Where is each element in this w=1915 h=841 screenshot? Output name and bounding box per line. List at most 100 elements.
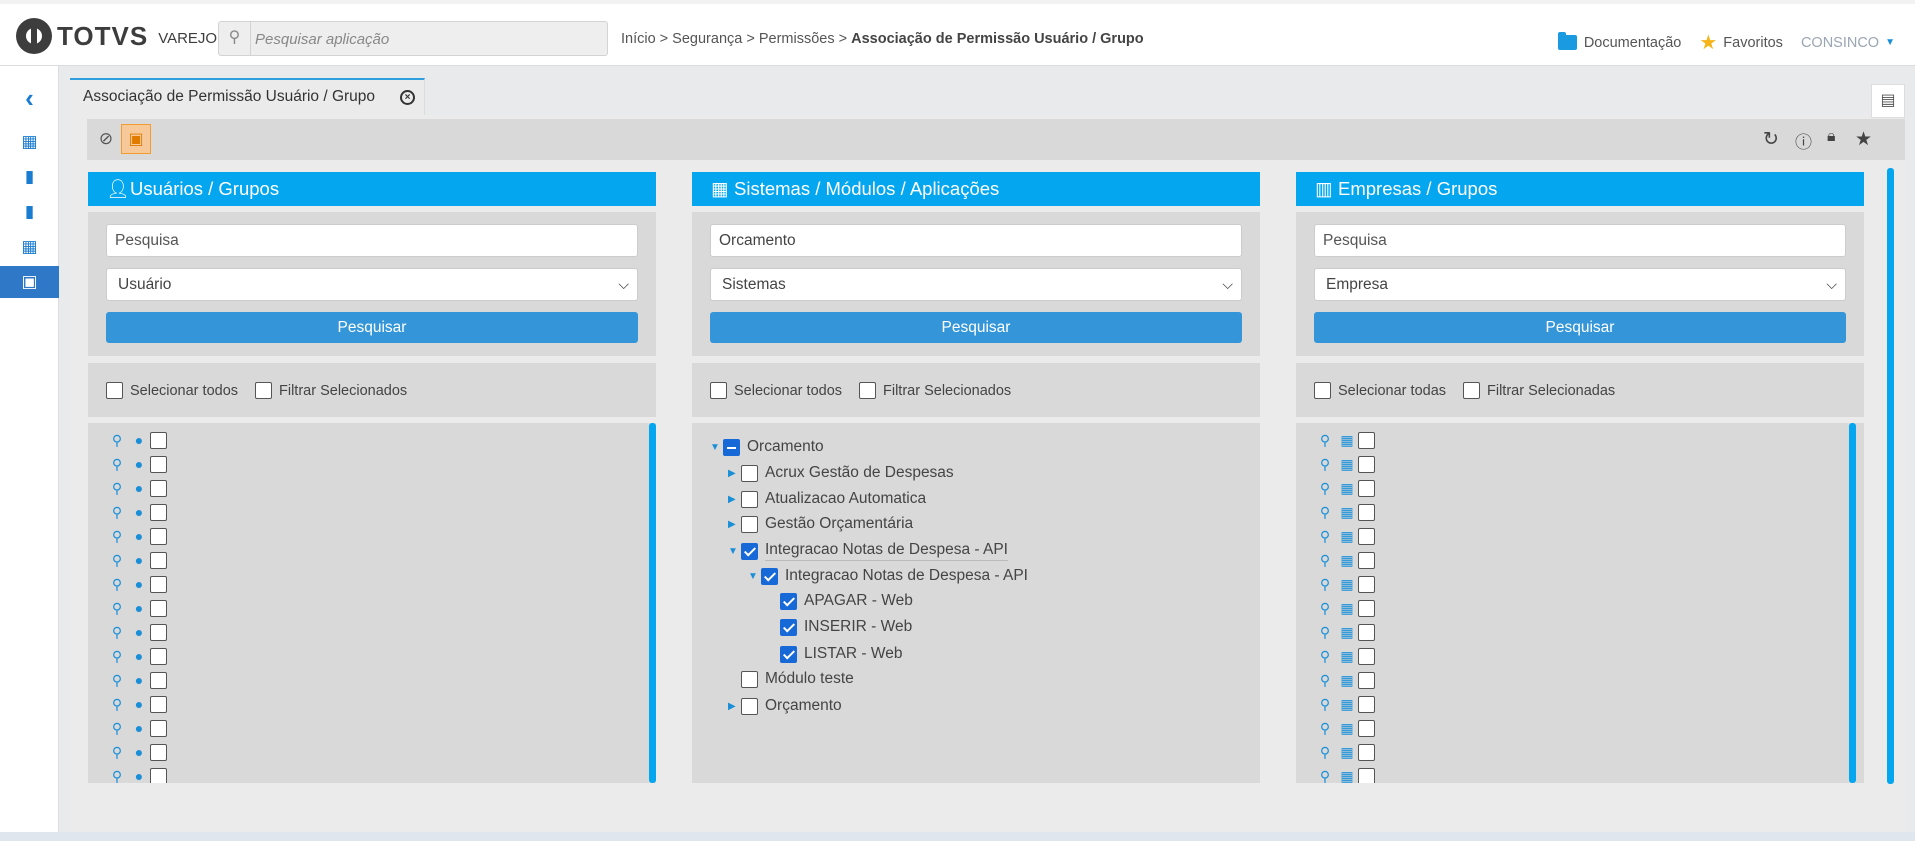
checkbox[interactable] bbox=[1358, 599, 1375, 617]
list-item[interactable]: ⚲ ● bbox=[106, 670, 174, 690]
tree-node[interactable]: ▶ Gestão Orçamentária bbox=[728, 515, 913, 533]
zoom-icon[interactable]: ⚲ bbox=[106, 528, 128, 545]
sidebar-item-clipboard[interactable]: ▮ bbox=[0, 161, 59, 193]
caret-down-icon[interactable]: ▼ bbox=[710, 442, 723, 453]
zoom-icon[interactable]: ⚲ bbox=[106, 672, 128, 689]
checkbox[interactable] bbox=[741, 464, 758, 482]
checkbox[interactable] bbox=[1358, 551, 1375, 569]
checkbox[interactable] bbox=[723, 438, 740, 456]
zoom-icon[interactable]: ⚲ bbox=[106, 744, 128, 761]
list-item[interactable]: ⚲ ▦ bbox=[1314, 766, 1382, 783]
tree-node[interactable]: ▶ Atualizacao Automatica bbox=[728, 490, 926, 508]
checkbox[interactable] bbox=[150, 455, 167, 473]
checkbox[interactable] bbox=[150, 599, 167, 617]
tab-permissions[interactable]: Associação de Permissão Usuário / Grupo … bbox=[70, 78, 425, 115]
zoom-icon[interactable]: ⚲ bbox=[1314, 648, 1336, 665]
checkbox[interactable] bbox=[1463, 382, 1480, 399]
zoom-icon[interactable]: ⚲ bbox=[1314, 696, 1336, 713]
checkbox[interactable] bbox=[150, 623, 167, 641]
checkbox[interactable] bbox=[1314, 382, 1331, 399]
select-all-checkbox[interactable]: Selecionar todos bbox=[106, 382, 238, 399]
checkbox[interactable] bbox=[1358, 431, 1375, 449]
checkbox[interactable] bbox=[741, 670, 758, 688]
checkbox[interactable] bbox=[741, 490, 758, 508]
list-item[interactable]: ⚲ ▦ bbox=[1314, 646, 1382, 666]
lock-button[interactable]: 🔒︎ bbox=[1827, 128, 1836, 146]
zoom-icon[interactable]: ⚲ bbox=[106, 456, 128, 473]
zoom-icon[interactable]: ⚲ bbox=[1314, 624, 1336, 641]
checkbox[interactable] bbox=[741, 697, 758, 715]
checkbox[interactable] bbox=[106, 382, 123, 399]
list-item[interactable]: ⚲ ● bbox=[106, 526, 174, 546]
zoom-icon[interactable]: ⚲ bbox=[106, 576, 128, 593]
zoom-icon[interactable]: ⚲ bbox=[106, 768, 128, 784]
list-item[interactable]: ⚲ ● bbox=[106, 742, 174, 762]
zoom-icon[interactable]: ⚲ bbox=[106, 720, 128, 737]
documentation-link[interactable]: Documentação bbox=[1557, 32, 1681, 51]
systems-search-input[interactable] bbox=[710, 224, 1242, 257]
checkbox[interactable] bbox=[150, 575, 167, 593]
checkbox[interactable] bbox=[1358, 647, 1375, 665]
list-item[interactable]: ⚲ ▦ bbox=[1314, 718, 1382, 738]
list-item[interactable]: ⚲ ▦ bbox=[1314, 454, 1382, 474]
checkbox[interactable] bbox=[1358, 743, 1375, 761]
checkbox[interactable] bbox=[710, 382, 727, 399]
zoom-icon[interactable]: ⚲ bbox=[1314, 432, 1336, 449]
favorites-link[interactable]: ★ Favoritos bbox=[1699, 30, 1783, 55]
zoom-icon[interactable]: ⚲ bbox=[106, 624, 128, 641]
checkbox[interactable] bbox=[150, 671, 167, 689]
user-menu[interactable]: CONSINCO ▼ bbox=[1801, 35, 1895, 51]
companies-type-select[interactable]: Empresa ⌵ bbox=[1314, 268, 1846, 301]
checkbox[interactable] bbox=[1358, 527, 1375, 545]
totvs-logo[interactable]: TOTVS VAREJO bbox=[16, 18, 217, 54]
checkbox[interactable] bbox=[859, 382, 876, 399]
checkbox[interactable] bbox=[150, 479, 167, 497]
caret-right-icon[interactable]: ▶ bbox=[728, 701, 741, 712]
checkbox[interactable] bbox=[150, 767, 167, 783]
tree-leaf[interactable]: Módulo teste bbox=[741, 670, 854, 688]
list-item[interactable]: ⚲ ● bbox=[106, 598, 174, 618]
checkbox[interactable] bbox=[780, 592, 797, 610]
checkbox[interactable] bbox=[150, 431, 167, 449]
sidebar-item-table[interactable]: ▦ bbox=[0, 231, 59, 263]
tree-node[interactable]: ▶ Orçamento bbox=[728, 697, 842, 715]
companies-search-input[interactable] bbox=[1314, 224, 1846, 257]
checkbox[interactable] bbox=[1358, 575, 1375, 593]
app-search[interactable]: ⚲ bbox=[218, 21, 608, 56]
checkbox[interactable] bbox=[150, 551, 167, 569]
checkbox[interactable] bbox=[1358, 623, 1375, 641]
checkbox[interactable] bbox=[150, 695, 167, 713]
checkbox[interactable] bbox=[780, 618, 797, 636]
systems-search-button[interactable]: Pesquisar bbox=[710, 312, 1242, 343]
filter-selected-checkbox[interactable]: Filtrar Selecionados bbox=[859, 382, 1011, 399]
tree-leaf[interactable]: LISTAR - Web bbox=[780, 645, 902, 663]
checkbox[interactable] bbox=[741, 515, 758, 533]
list-item[interactable]: ⚲ ▦ bbox=[1314, 694, 1382, 714]
checkbox[interactable] bbox=[150, 719, 167, 737]
tree-leaf[interactable]: APAGAR - Web bbox=[780, 592, 913, 610]
breadcrumb-path[interactable]: Início > Segurança > Permissões > bbox=[621, 31, 851, 47]
checkbox[interactable] bbox=[150, 527, 167, 545]
zoom-icon[interactable]: ⚲ bbox=[1314, 504, 1336, 521]
tab-menu-button[interactable]: ▤ bbox=[1871, 84, 1905, 118]
zoom-icon[interactable]: ⚲ bbox=[1314, 552, 1336, 569]
caret-down-icon[interactable]: ▼ bbox=[728, 546, 741, 557]
checkbox[interactable] bbox=[761, 567, 778, 585]
systems-type-select[interactable]: Sistemas ⌵ bbox=[710, 268, 1242, 301]
caret-right-icon[interactable]: ▶ bbox=[728, 519, 741, 530]
tree-node-expanded[interactable]: ▼ Integracao Notas de Despesa - API bbox=[728, 541, 1008, 561]
users-search-button[interactable]: Pesquisar bbox=[106, 312, 638, 343]
save-button[interactable]: ▣ bbox=[121, 124, 151, 154]
tree-leaf[interactable]: INSERIR - Web bbox=[780, 618, 912, 636]
filter-selected-checkbox[interactable]: Filtrar Selecionadas bbox=[1463, 382, 1615, 399]
filter-selected-checkbox[interactable]: Filtrar Selecionados bbox=[255, 382, 407, 399]
list-item[interactable]: ⚲ ● bbox=[106, 622, 174, 642]
list-item[interactable]: ⚲ ● bbox=[106, 574, 174, 594]
zoom-icon[interactable]: ⚲ bbox=[106, 432, 128, 449]
list-item[interactable]: ⚲ ● bbox=[106, 502, 174, 522]
list-item[interactable]: ⚲ ▦ bbox=[1314, 478, 1382, 498]
users-type-select[interactable]: Usuário ⌵ bbox=[106, 268, 638, 301]
zoom-icon[interactable]: ⚲ bbox=[1314, 744, 1336, 761]
list-item[interactable]: ⚲ ▦ bbox=[1314, 526, 1382, 546]
help-button[interactable]: ⓘ bbox=[1795, 128, 1812, 153]
